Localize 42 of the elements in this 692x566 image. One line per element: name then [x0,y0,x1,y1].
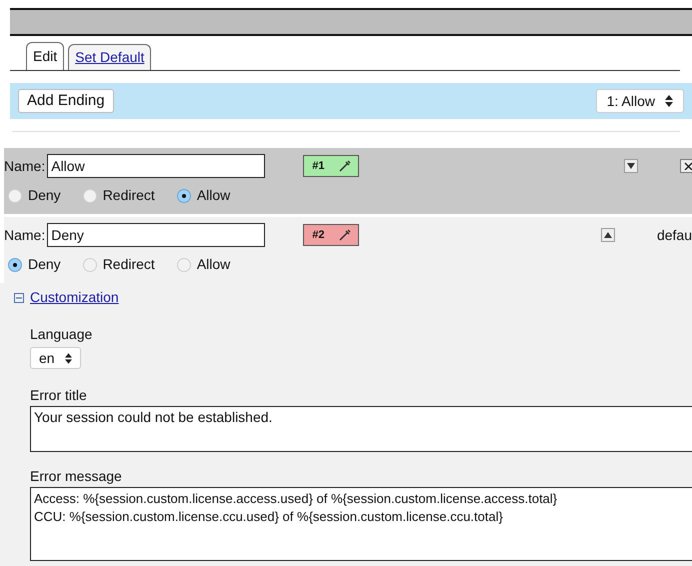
language-select[interactable]: en [30,347,81,369]
radio-label: Deny [28,186,61,205]
radio-button[interactable] [82,188,97,202]
error-title-label: Error title [30,386,88,405]
radio-button[interactable] [176,258,191,272]
message-line: Access: %{session.custom.license.access.used} of %{session.custom.license.access.total} [34,490,558,508]
eyedropper-icon [338,159,352,173]
move-down-icon[interactable] [624,159,638,173]
radio-label: Deny [28,255,61,274]
error-message-label: Error message [30,467,123,486]
tab[interactable]: Set Default [68,44,152,70]
radio-button[interactable] [176,188,191,202]
name-field[interactable]: Allow [47,154,266,178]
close-icon[interactable] [680,159,692,173]
radio-button[interactable] [82,258,97,272]
add-ending-button[interactable]: Add Ending [18,89,114,113]
message-line: CCU: %{session.custom.license.ccu.used} of %{session.custom.license.ccu.total} [34,508,503,526]
language-label: Language [30,325,94,344]
ending-select[interactable]: 1: Allow [596,89,684,113]
radio-button[interactable] [8,188,22,202]
error-title-field[interactable]: Your session could not be established. [30,406,692,452]
radio-label: Allow [196,255,230,274]
number-label: #2 [312,228,324,243]
collapse-icon[interactable] [14,292,24,302]
color-badge[interactable]: #2 [303,224,360,246]
move-up-icon[interactable] [600,228,615,242]
name-label: Name: [4,226,46,244]
name-label: Name: [4,156,46,176]
name-field[interactable]: Deny [47,223,266,247]
customization-link[interactable]: Customization [30,287,119,308]
tab[interactable]: Edit [26,42,64,70]
color-badge[interactable]: #1 [303,155,360,177]
default-label: defau [656,226,692,244]
radio-label: Redirect [102,186,155,205]
number-label: #1 [312,158,324,174]
radio-label: Allow [196,186,230,205]
eyedropper-icon [338,228,352,242]
radio-button[interactable] [8,258,22,272]
radio-label: Redirect [102,255,155,274]
stepper-icon [665,95,673,107]
stepper-icon [64,352,72,364]
error-message-field[interactable]: Access: %{session.custom.license.access.used} of %{session.custom.license.access.total} CCU: %{session.custom.license.ccu.used} of %{session.custom.license.ccu.total} [30,487,692,561]
